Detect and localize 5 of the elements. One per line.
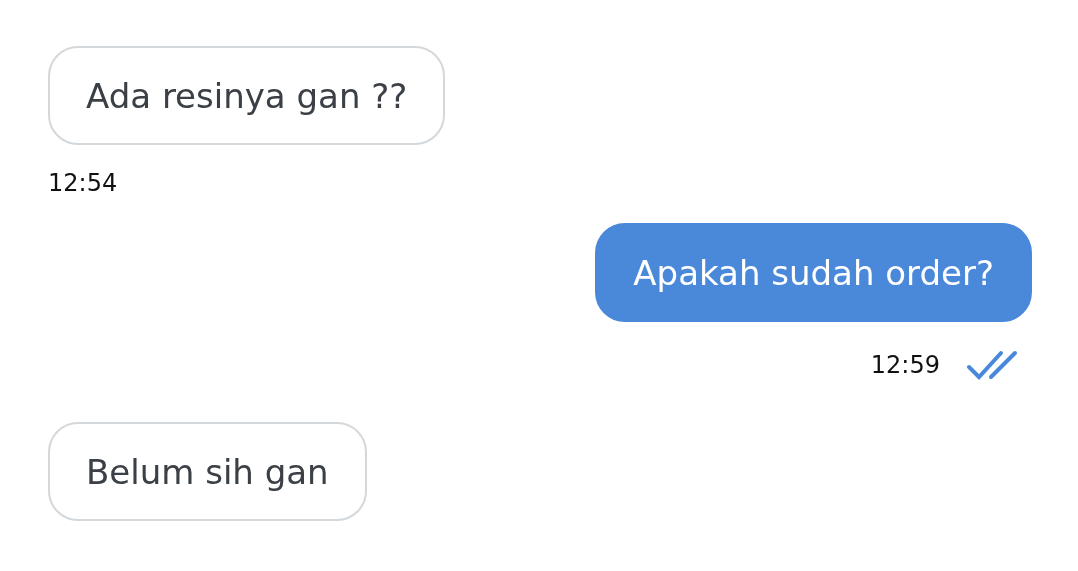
received-message-bubble: Belum sih gan (48, 422, 367, 521)
sent-message-bubble: Apakah sudah order? (595, 223, 1032, 322)
message-time: 12:59 (870, 351, 940, 379)
received-message-bubble: Ada resinya gan ?? (48, 46, 446, 145)
message-time: 12:54 (48, 169, 118, 197)
